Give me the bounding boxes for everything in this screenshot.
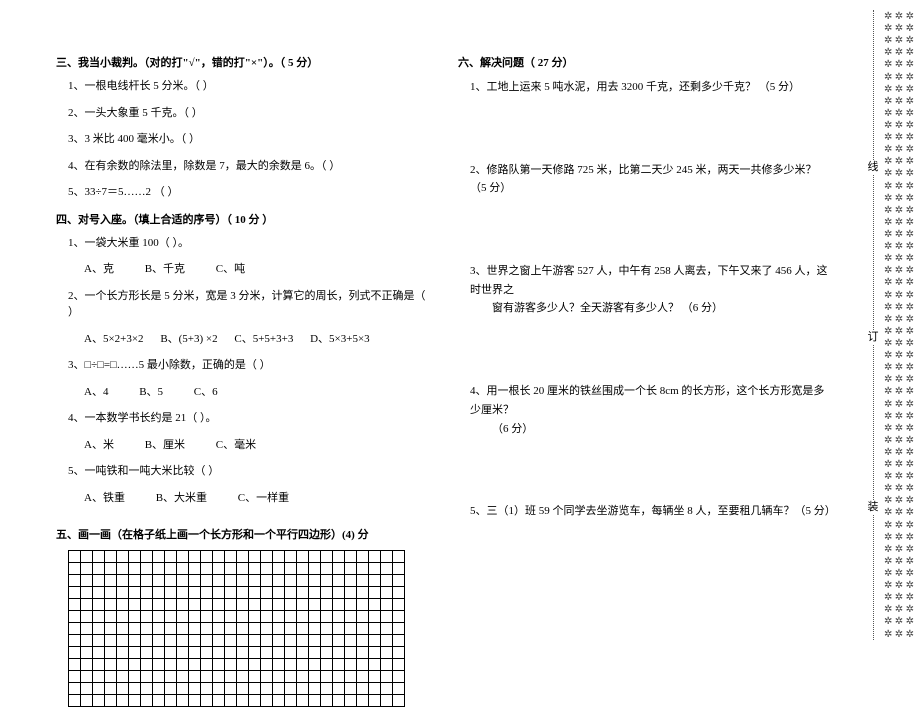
s3-item-5: 5、33÷7＝5……2 （ ） bbox=[68, 184, 428, 201]
right-column: 六、解决问题（ 27 分） 1、工地上运来 5 吨水泥，用去 3200 千克，还… bbox=[448, 54, 840, 634]
section-5-heading: 五、画一画（在格子纸上画一个长方形和一个平行四边形）(4) 分 bbox=[56, 526, 428, 542]
section-4-heading: 四、对号入座。（填上合适的序号）（ 10 分 ） bbox=[56, 211, 428, 227]
s6-q1-text: 1、工地上运来 5 吨水泥，用去 3200 千克，还剩多少千克？ （5 分） bbox=[470, 78, 832, 97]
s4-q2-options: A、5×2+3×2 B、(5+3) ×2 C、5+5+3+3 D、5×3+5×3 bbox=[84, 331, 428, 348]
s4-q1-opt-a: A、克 bbox=[84, 261, 114, 278]
s4-q4-options: A、米 B、厘米 C、毫米 bbox=[84, 437, 428, 454]
s6-q3-line2: 窗有游客多少人？全天游客有多少人？ （6 分） bbox=[492, 299, 832, 318]
s6-q1: 1、工地上运来 5 吨水泥，用去 3200 千克，还剩多少千克？ （5 分） bbox=[458, 78, 832, 97]
seal-char-3: 装 bbox=[866, 500, 880, 514]
s4-q1-options: A、克 B、千克 C、吨 bbox=[84, 261, 428, 278]
s4-q5-options: A、铁重 B、大米重 C、一样重 bbox=[84, 490, 428, 507]
seal-line: 线 订 装 bbox=[866, 10, 880, 640]
s4-q2-opt-d: D、5×3+5×3 bbox=[310, 331, 370, 348]
s3-item-4: 4、在有余数的除法里，除数是 7，最大的余数是 6。（ ） bbox=[68, 158, 428, 175]
s6-q2: 2、修路队第一天修路 725 米，比第二天少 245 米，两天一共修多少米？ （… bbox=[458, 161, 832, 198]
section-3-heading: 三、我当小裁判。（对的打"√"，错的打"×"）。（ 5 分） bbox=[56, 54, 428, 70]
seal-char-2: 订 bbox=[866, 330, 880, 344]
s6-q3-line1: 3、世界之窗上午游客 527 人，中午有 258 人离去，下午又来了 456 人… bbox=[470, 265, 828, 296]
dotted-line bbox=[873, 10, 874, 640]
binding-strip: ✲✲✲✲✲✲✲✲✲✲✲✲✲✲✲✲✲✲✲✲✲✲✲✲✲✲✲✲✲✲✲✲✲✲✲✲✲✲✲✲… bbox=[860, 0, 916, 651]
s6-q4: 4、用一根长 20 厘米的铁丝围成一个长 8cm 的长方形，这个长方形宽是多少厘… bbox=[458, 382, 832, 438]
s6-q3: 3、世界之窗上午游客 527 人，中午有 258 人离去，下午又来了 456 人… bbox=[458, 262, 832, 318]
s4-q3-opt-a: A、4 bbox=[84, 384, 108, 401]
s4-q1-text: 1、一袋大米重 100（ ）。 bbox=[68, 235, 428, 252]
s3-item-1: 1、一根电线杆长 5 分米。（ ） bbox=[68, 78, 428, 95]
decorative-pattern: ✲✲✲✲✲✲✲✲✲✲✲✲✲✲✲✲✲✲✲✲✲✲✲✲✲✲✲✲✲✲✲✲✲✲✲✲✲✲✲✲… bbox=[884, 12, 914, 640]
s6-q4-text: 4、用一根长 20 厘米的铁丝围成一个长 8cm 的长方形，这个长方形宽是多少厘… bbox=[470, 382, 832, 438]
exam-page: 三、我当小裁判。（对的打"√"，错的打"×"）。（ 5 分） 1、一根电线杆长 … bbox=[0, 0, 920, 651]
s4-q3-text: 3、□÷□=□……5 最小除数，正确的是（ ） bbox=[68, 357, 428, 374]
s3-item-3: 3、3 米比 400 毫米小。（ ） bbox=[68, 131, 428, 148]
s4-q4-text: 4、一本数学书长约是 21（ ）。 bbox=[68, 410, 428, 427]
s4-q5-opt-c: C、一样重 bbox=[238, 490, 289, 507]
s6-q5: 5、三（1）班 59 个同学去坐游览车，每辆坐 8 人，至要租几辆车？（5 分） bbox=[458, 502, 832, 521]
s4-q4-opt-c: C、毫米 bbox=[216, 437, 256, 454]
s6-q4-line1: 4、用一根长 20 厘米的铁丝围成一个长 8cm 的长方形，这个长方形宽是多少厘… bbox=[470, 385, 824, 416]
left-column: 三、我当小裁判。（对的打"√"，错的打"×"）。（ 5 分） 1、一根电线杆长 … bbox=[56, 54, 448, 634]
s4-q5-opt-a: A、铁重 bbox=[84, 490, 125, 507]
s6-q2-text: 2、修路队第一天修路 725 米，比第二天少 245 米，两天一共修多少米？ （… bbox=[470, 161, 832, 198]
s4-q2-opt-c: C、5+5+3+3 bbox=[234, 331, 293, 348]
drawing-grid[interactable] bbox=[68, 550, 428, 707]
s6-q3-text: 3、世界之窗上午游客 527 人，中午有 258 人离去，下午又来了 456 人… bbox=[470, 262, 832, 318]
seal-char-1: 线 bbox=[866, 160, 880, 174]
grid-table[interactable] bbox=[68, 550, 405, 707]
s4-q3-opt-b: B、5 bbox=[139, 384, 163, 401]
s4-q1-opt-c: C、吨 bbox=[216, 261, 245, 278]
content-columns: 三、我当小裁判。（对的打"√"，错的打"×"）。（ 5 分） 1、一根电线杆长 … bbox=[56, 54, 840, 634]
s4-q4-opt-b: B、厘米 bbox=[145, 437, 185, 454]
s4-q4-opt-a: A、米 bbox=[84, 437, 114, 454]
section-6-heading: 六、解决问题（ 27 分） bbox=[458, 54, 832, 70]
s6-q4-line2: （6 分） bbox=[492, 420, 832, 439]
s4-q2-opt-b: B、(5+3) ×2 bbox=[160, 331, 217, 348]
s4-q3-opt-c: C、6 bbox=[194, 384, 218, 401]
s3-item-2: 2、一头大象重 5 千克。（ ） bbox=[68, 105, 428, 122]
s4-q3-options: A、4 B、5 C、6 bbox=[84, 384, 428, 401]
s4-q5-text: 5、一吨铁和一吨大米比较（ ） bbox=[68, 463, 428, 480]
s4-q2-text: 2、一个长方形长是 5 分米，宽是 3 分米，计算它的周长，列式不正确是（ ） bbox=[68, 288, 428, 321]
s4-q2-opt-a: A、5×2+3×2 bbox=[84, 331, 144, 348]
s4-q5-opt-b: B、大米重 bbox=[156, 490, 207, 507]
s4-q1-opt-b: B、千克 bbox=[145, 261, 185, 278]
s6-q5-text: 5、三（1）班 59 个同学去坐游览车，每辆坐 8 人，至要租几辆车？（5 分） bbox=[470, 502, 832, 521]
